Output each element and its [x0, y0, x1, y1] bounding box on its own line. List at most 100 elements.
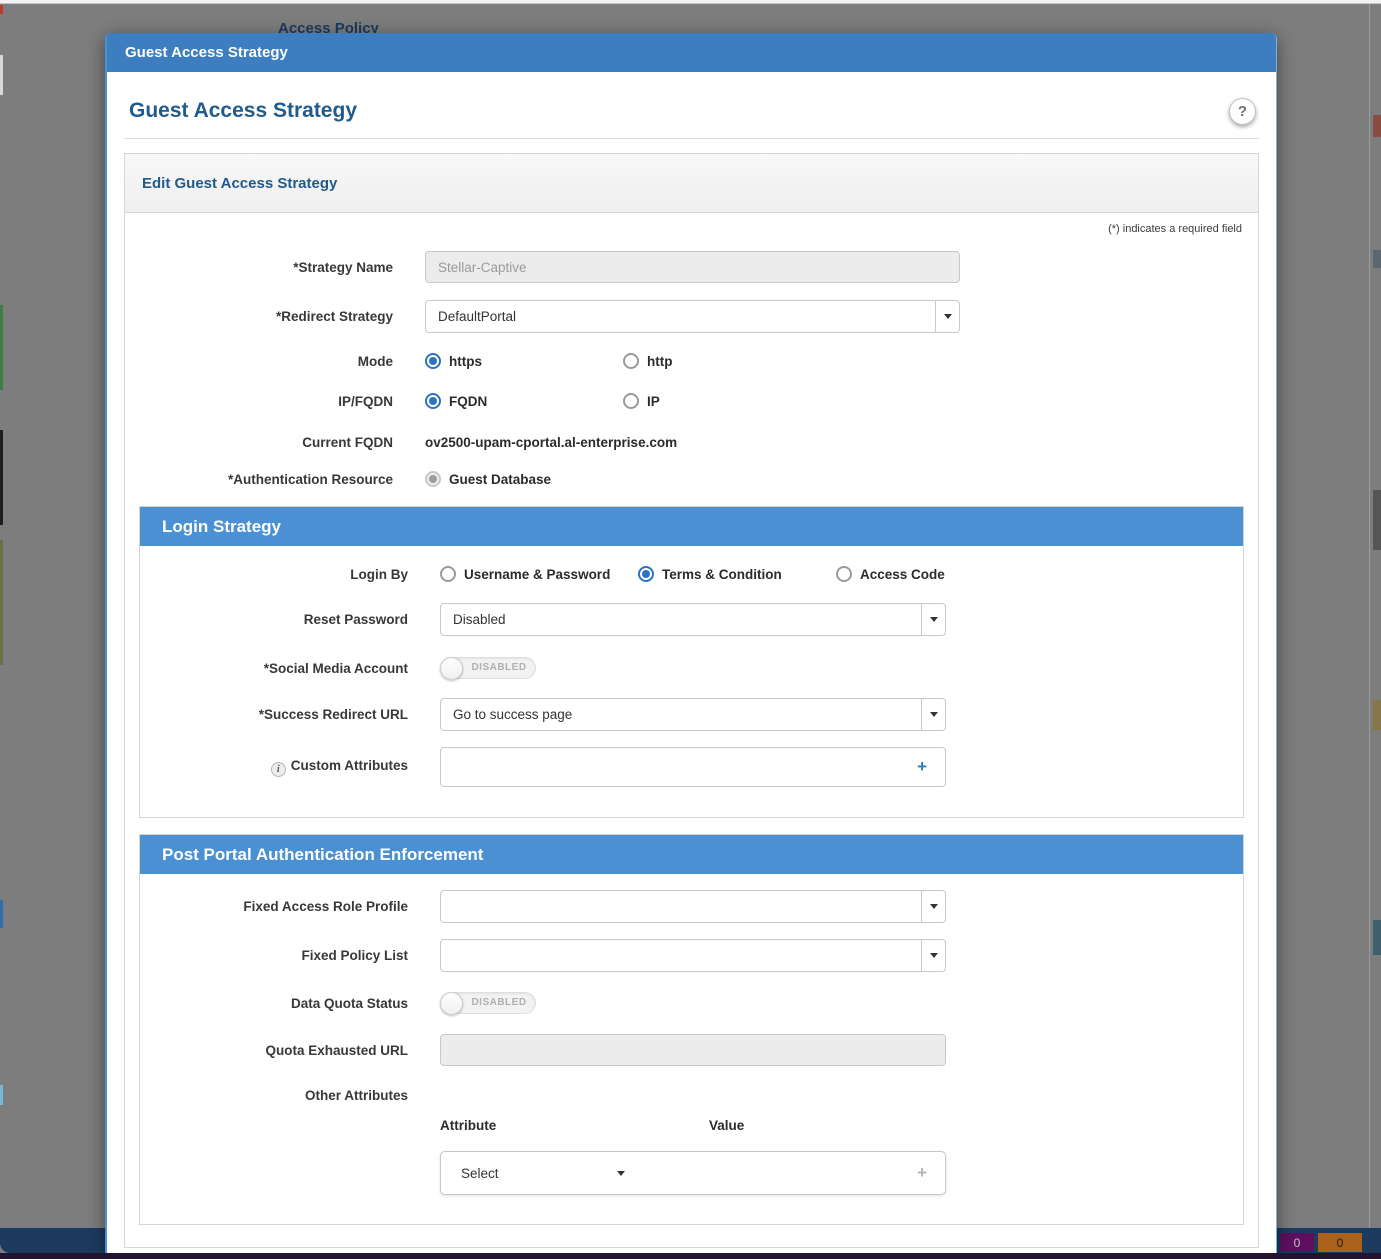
add-other-attribute-icon[interactable]: + — [917, 1163, 927, 1183]
other-attributes-row: Other Attributes — [140, 1088, 1243, 1103]
required-field-note: (*) indicates a required field — [125, 213, 1258, 241]
data-quota-row: Data Quota Status DISABLED — [140, 992, 1243, 1014]
background-artifact — [1369, 4, 1370, 1228]
quota-url-row: Quota Exhausted URL — [140, 1034, 1243, 1066]
login-by-option-access-code[interactable]: Access Code — [836, 566, 945, 582]
custom-attributes-row: i Custom Attributes + — [140, 747, 1243, 787]
radio-label: IP — [647, 394, 660, 409]
current-fqdn-value: ov2500-upam-cportal.al-enterprise.com — [425, 435, 677, 450]
background-artifact — [0, 5, 3, 14]
edit-guest-access-strategy-panel: Edit Guest Access Strategy (*) indicates… — [124, 153, 1259, 1248]
chevron-down-icon[interactable] — [921, 604, 945, 635]
radio-label: https — [449, 354, 482, 369]
social-media-toggle[interactable]: DISABLED — [440, 657, 536, 679]
mode-label: Mode — [125, 354, 393, 369]
background-artifact — [0, 430, 3, 525]
add-attribute-icon[interactable]: + — [917, 757, 927, 777]
chevron-down-icon[interactable] — [617, 1171, 625, 1176]
radio-label: Access Code — [860, 567, 945, 582]
ip-fqdn-option-fqdn[interactable]: FQDN — [425, 393, 623, 409]
redirect-strategy-value: DefaultPortal — [438, 309, 516, 324]
background-page-topbar — [0, 0, 1381, 4]
mode-option-http[interactable]: http — [623, 353, 672, 369]
social-media-label: *Social Media Account — [140, 661, 408, 676]
background-artifact — [1373, 700, 1381, 730]
success-redirect-select[interactable]: Go to success page — [440, 698, 946, 731]
background-artifact — [0, 540, 3, 665]
radio-unselected-icon — [836, 566, 852, 582]
custom-attributes-box: + — [440, 747, 946, 787]
login-by-label: Login By — [140, 567, 408, 582]
toggle-state-label: DISABLED — [469, 658, 529, 678]
success-redirect-row: *Success Redirect URL Go to success page — [140, 698, 1243, 731]
chevron-down-icon[interactable] — [935, 301, 959, 332]
toggle-state-label: DISABLED — [469, 993, 529, 1013]
social-media-row: *Social Media Account DISABLED — [140, 657, 1243, 679]
attribute-column-header: Attribute — [440, 1118, 709, 1133]
fixed-access-role-label: Fixed Access Role Profile — [140, 899, 408, 914]
radio-selected-icon — [425, 353, 441, 369]
background-bottom-strip — [0, 1253, 1381, 1259]
strategy-name-label: *Strategy Name — [125, 260, 393, 275]
page-title: Guest Access Strategy — [129, 99, 357, 123]
page-header: Guest Access Strategy ? — [129, 96, 1256, 126]
ip-fqdn-option-ip[interactable]: IP — [623, 393, 660, 409]
reset-password-select[interactable]: Disabled — [440, 603, 946, 636]
other-attribute-entry-box: Select + — [440, 1151, 946, 1195]
login-by-option-username-password[interactable]: Username & Password — [440, 566, 638, 582]
background-artifact — [0, 55, 3, 95]
auth-resource-option-guest-database: Guest Database — [425, 471, 551, 487]
ip-fqdn-row: IP/FQDN FQDN IP — [125, 393, 1258, 409]
divider — [124, 138, 1259, 139]
other-attributes-label: Other Attributes — [140, 1088, 408, 1103]
edit-panel-header: Edit Guest Access Strategy — [125, 154, 1258, 213]
custom-attributes-label: i Custom Attributes — [140, 758, 408, 777]
other-attributes-entry-row: Select + — [140, 1151, 1243, 1195]
other-attributes-columns-row: Attribute Value — [140, 1118, 1243, 1133]
chevron-down-icon[interactable] — [921, 940, 945, 971]
background-artifact — [1373, 920, 1381, 955]
radio-selected-icon — [425, 393, 441, 409]
radio-label: FQDN — [449, 394, 487, 409]
fixed-policy-list-row: Fixed Policy List — [140, 939, 1243, 972]
chevron-down-icon[interactable] — [921, 699, 945, 730]
login-strategy-title: Login Strategy — [162, 517, 281, 537]
post-portal-title: Post Portal Authentication Enforcement — [162, 845, 483, 865]
custom-attributes-label-text: Custom Attributes — [291, 758, 408, 773]
mode-option-https[interactable]: https — [425, 353, 623, 369]
quota-url-input — [440, 1034, 946, 1066]
reset-password-label: Reset Password — [140, 612, 408, 627]
quota-url-label: Quota Exhausted URL — [140, 1043, 408, 1058]
help-icon[interactable]: ? — [1229, 98, 1256, 125]
success-redirect-label: *Success Redirect URL — [140, 707, 408, 722]
current-fqdn-row: Current FQDN ov2500-upam-cportal.al-ente… — [125, 435, 1258, 450]
login-strategy-header: Login Strategy — [140, 507, 1243, 546]
login-strategy-panel: Login Strategy Login By Username & Passw… — [139, 506, 1244, 818]
background-artifact — [1373, 250, 1381, 268]
background-artifact — [0, 900, 3, 928]
fixed-policy-list-label: Fixed Policy List — [140, 948, 408, 963]
radio-selected-icon — [638, 566, 654, 582]
strategy-name-input: Stellar-Captive — [425, 251, 960, 283]
login-by-option-terms-condition[interactable]: Terms & Condition — [638, 566, 836, 582]
radio-unselected-icon — [440, 566, 456, 582]
redirect-strategy-label: *Redirect Strategy — [125, 309, 393, 324]
toggle-knob — [440, 657, 463, 680]
attribute-select[interactable]: Select — [461, 1166, 499, 1181]
post-portal-panel: Post Portal Authentication Enforcement F… — [139, 834, 1244, 1225]
success-redirect-value: Go to success page — [453, 707, 572, 722]
data-quota-toggle[interactable]: DISABLED — [440, 992, 536, 1014]
edit-panel-title: Edit Guest Access Strategy — [142, 175, 337, 192]
info-icon[interactable]: i — [271, 762, 286, 777]
redirect-strategy-row: *Redirect Strategy DefaultPortal — [125, 300, 1258, 333]
fixed-policy-list-select[interactable] — [440, 939, 946, 972]
dialog-body: Guest Access Strategy ? Edit Guest Acces… — [107, 72, 1276, 1253]
fixed-access-role-select[interactable] — [440, 890, 946, 923]
background-artifact — [0, 1085, 3, 1105]
redirect-strategy-select[interactable]: DefaultPortal — [425, 300, 960, 333]
radio-label: http — [647, 354, 672, 369]
current-fqdn-label: Current FQDN — [125, 435, 393, 450]
chevron-down-icon[interactable] — [921, 891, 945, 922]
radio-label: Guest Database — [449, 472, 551, 487]
radio-disabled-selected-icon — [425, 471, 441, 487]
